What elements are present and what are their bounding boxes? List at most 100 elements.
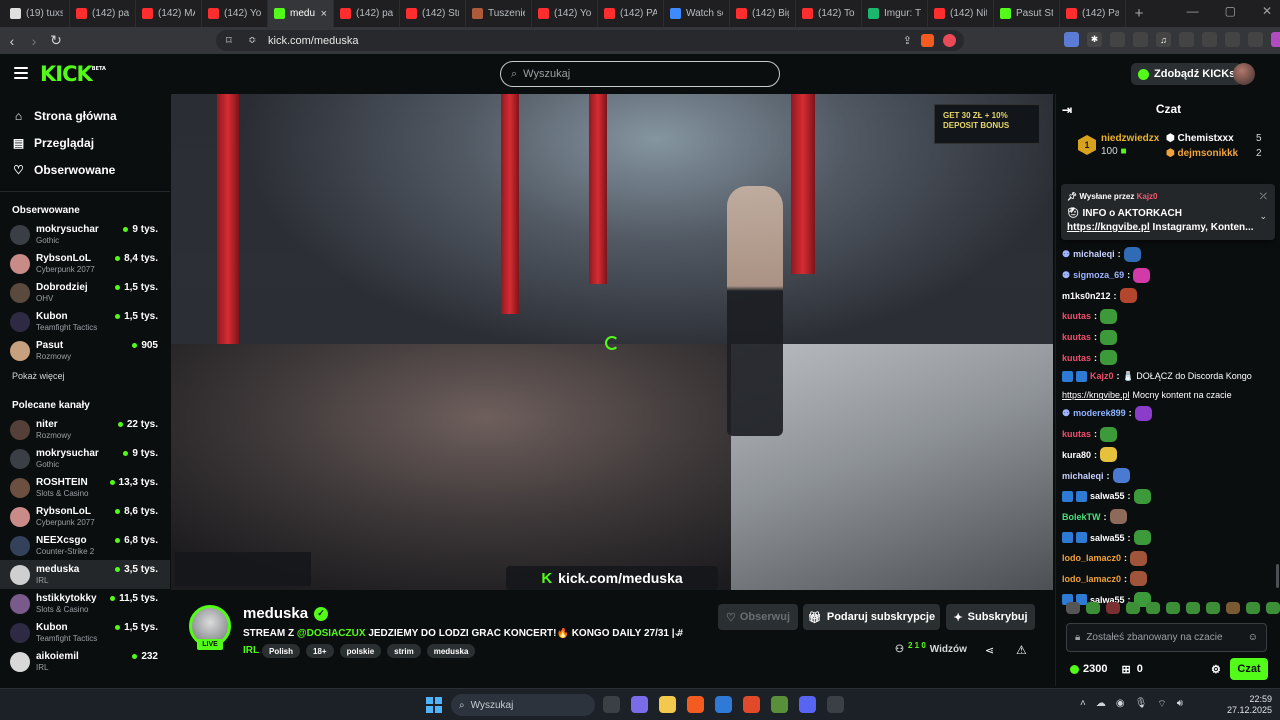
quick-emote-icon[interactable] — [1066, 602, 1080, 614]
browser-tab[interactable]: (142) PAI — [598, 0, 664, 27]
copilot-icon[interactable] — [631, 696, 648, 713]
browser-tab[interactable]: Pasut Str — [994, 0, 1060, 27]
streamer-name[interactable]: meduska ✓ — [243, 605, 329, 622]
chevron-up-icon[interactable]: ˄ — [1080, 698, 1086, 711]
chat-link[interactable]: https://kngvibe.pl — [1062, 389, 1130, 401]
discord-icon[interactable] — [799, 696, 816, 713]
store-items[interactable]: ⊞ 0 — [1121, 663, 1142, 676]
chat-username[interactable]: michaleqi — [1073, 248, 1115, 260]
stream-tag[interactable]: Polish — [262, 644, 301, 658]
sidebar-channel[interactable]: Dobrodziej OHV 1,5 tys. — [0, 278, 170, 307]
leader-second-name[interactable]: Chemistxxx — [1178, 133, 1234, 144]
volume-icon[interactable]: 🔊︎ — [1177, 698, 1183, 711]
chat-username[interactable]: lodo_lamacz0 — [1062, 573, 1121, 585]
quick-emote-icon[interactable] — [1226, 602, 1240, 614]
chat-scrollbar[interactable] — [1276, 564, 1279, 588]
chat-username[interactable]: kuutas — [1062, 331, 1091, 343]
sidebar-channel[interactable]: Kubon Teamfight Tactics 1,5 tys. — [0, 618, 170, 647]
collapse-chat-icon[interactable]: ⇥ — [1062, 103, 1072, 117]
browser-tab[interactable]: (142) paj — [70, 0, 136, 27]
chat-username[interactable]: lodo_lamacz0 — [1062, 552, 1121, 564]
sidebar-nav-item[interactable]: ⌂ Strona główna — [0, 102, 170, 129]
pinned-user[interactable]: Kajz0 — [1137, 192, 1158, 201]
quick-emote-icon[interactable] — [1206, 602, 1220, 614]
pinned-message[interactable]: 📌︎ Wysłane przez Kajz0 ⤫ 🫡︎ INFO o AKTOR… — [1061, 184, 1275, 240]
chat-username[interactable]: BolekTW — [1062, 511, 1101, 523]
sidebar-channel[interactable]: Pasut Rozmowy 905 — [0, 336, 170, 365]
music-icon[interactable]: ♫ — [1156, 32, 1171, 47]
chat-username[interactable]: kuutas — [1062, 310, 1091, 322]
site-settings-icon[interactable]: ≎ — [248, 35, 268, 46]
share-icon[interactable]: ⇪ — [903, 34, 912, 47]
chat-username[interactable]: kuutas — [1062, 352, 1091, 364]
sidebar-channel[interactable]: aikoiemil IRL 232 — [0, 647, 170, 676]
leo-icon[interactable] — [1225, 32, 1240, 47]
chat-username[interactable]: michaleqi — [1062, 470, 1104, 482]
channel-points[interactable]: 2300 — [1070, 663, 1107, 675]
cloud-icon[interactable]: ☁ — [1096, 698, 1106, 711]
expand-title-chevron-down-icon[interactable]: ⌄ — [673, 626, 682, 639]
puzzle-icon[interactable]: ✱ — [1087, 32, 1102, 47]
quick-emote-icon[interactable] — [1146, 602, 1160, 614]
brave-rewards-icon[interactable] — [943, 34, 956, 47]
chat-username[interactable]: sigmoza_69 — [1073, 269, 1124, 281]
sidebar-channel[interactable]: mokrysuchar Gothic 9 tys. — [0, 444, 170, 473]
browser-tab[interactable]: Imgur: Th — [862, 0, 928, 27]
close-tab-icon[interactable]: × — [321, 8, 327, 20]
send-chat-button[interactable]: Czat — [1230, 658, 1268, 680]
show-more-link[interactable]: Pokaż więcej — [0, 365, 170, 387]
chat-username[interactable]: moderek899 — [1073, 407, 1126, 419]
browser-tab[interactable]: (142) You — [202, 0, 268, 27]
sidebar-icon[interactable] — [1179, 32, 1194, 47]
quick-emote-icon[interactable] — [1106, 602, 1120, 614]
stream-tag[interactable]: strim — [387, 644, 421, 658]
brave-browser-icon[interactable] — [743, 696, 760, 713]
close-window-icon[interactable]: ✕ — [1262, 4, 1272, 18]
stream-tag[interactable]: polskie — [339, 644, 382, 658]
unpin-icon[interactable]: ⤫ — [1260, 191, 1267, 202]
extension-icon[interactable] — [1133, 32, 1148, 47]
url-field[interactable]: ⌑ ≎ kick.com/meduska ⇪ — [216, 30, 964, 51]
gear-icon[interactable]: ⚙ — [1211, 663, 1221, 676]
subscribe-button[interactable]: ✦ Subskrybuj — [946, 604, 1035, 630]
sidebar-channel[interactable]: Kubon Teamfight Tactics 1,5 tys. — [0, 307, 170, 336]
forward-icon[interactable]: › — [24, 33, 44, 49]
browser-tab[interactable]: (19) tuxs — [4, 0, 70, 27]
app-icon[interactable] — [827, 696, 844, 713]
chevron-down-icon[interactable]: ⌄ — [1259, 211, 1267, 222]
leader-third-name[interactable]: dejmsonikkk — [1178, 148, 1239, 159]
chat-username[interactable]: kuutas — [1062, 428, 1091, 440]
sidebar-channel[interactable]: NEEXcsgo Counter-Strike 2 6,8 tys. — [0, 531, 170, 560]
sidebar-channel[interactable]: niter Rozmowy 22 tys. — [0, 415, 170, 444]
reload-icon[interactable]: ↻ — [46, 32, 66, 49]
browser-tab[interactable]: (142) Paj — [1060, 0, 1126, 27]
sidebar-channel[interactable]: meduska IRL 3,5 tys. — [0, 560, 170, 589]
browser-tab[interactable]: medu × — [268, 0, 334, 27]
chat-username[interactable]: m1ks0n212 — [1062, 290, 1111, 302]
gift-subs-button[interactable]: 🎁︎ Podaruj subskrypcje — [803, 604, 940, 630]
quick-emote-icon[interactable] — [1126, 602, 1140, 614]
browser-tab[interactable]: (142) paj — [334, 0, 400, 27]
title-mention[interactable]: @DOSIACZUX — [297, 628, 366, 639]
chat-username[interactable]: kura80 — [1062, 449, 1091, 461]
sidebar-channel[interactable]: RybsonLoL Cyberpunk 2077 8,6 tys. — [0, 502, 170, 531]
get-kicks-button[interactable]: Zdobądź KICKs — [1131, 63, 1243, 85]
stream-tag[interactable]: 18+ — [306, 644, 334, 658]
minecraft-icon[interactable] — [771, 696, 788, 713]
sidebar-nav-item[interactable]: ♡ Obserwowane — [0, 156, 170, 183]
quick-emote-icon[interactable] — [1266, 602, 1280, 614]
task-view-icon[interactable] — [603, 696, 620, 713]
vpn-icon[interactable] — [1248, 32, 1263, 47]
stream-category[interactable]: IRL — [243, 645, 259, 656]
leader-name[interactable]: niedzwiedzx — [1101, 133, 1159, 144]
sidebar-nav-item[interactable]: ▤ Przeglądaj — [0, 129, 170, 156]
app-icon[interactable]: ◉ — [1116, 698, 1125, 711]
search-input[interactable]: ⌕ Wyszukaj — [500, 61, 780, 87]
wifi-icon[interactable]: ⌔ — [1157, 698, 1166, 711]
sidebar-channel[interactable]: RybsonLoL Cyberpunk 2077 8,4 tys. — [0, 249, 170, 278]
back-icon[interactable]: ‹ — [2, 33, 22, 49]
new-tab-icon[interactable]: + — [1126, 5, 1152, 22]
report-icon[interactable]: ⚠ — [1016, 643, 1027, 657]
chat-username[interactable]: salwa55 — [1090, 532, 1125, 544]
minimize-icon[interactable]: — — [1187, 4, 1199, 18]
